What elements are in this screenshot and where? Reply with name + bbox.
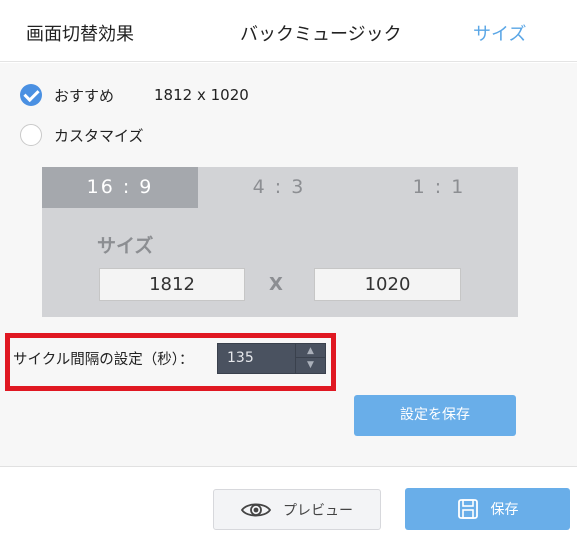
preview-button[interactable]: プレビュー — [213, 489, 381, 530]
checkmark-icon[interactable] — [20, 84, 42, 106]
settings-window: 画面切替効果 バックミュージック サイズ おすすめ 1812 x 1020 カス… — [0, 0, 577, 549]
eye-icon — [241, 501, 271, 519]
save-settings-button[interactable]: 設定を保存 — [354, 395, 516, 436]
save-label: 保存 — [490, 502, 519, 518]
recommended-option[interactable]: おすすめ 1812 x 1020 — [20, 84, 249, 106]
tab-background-music[interactable]: バックミュージック — [240, 20, 402, 46]
ratio-tab-1-1[interactable]: 1 : 1 — [360, 167, 518, 208]
stepper-buttons: ▲ ▼ — [295, 344, 325, 373]
height-field[interactable]: 1020 — [314, 268, 461, 301]
custom-option[interactable]: カスタマイズ — [20, 124, 144, 146]
recommended-size: 1812 x 1020 — [154, 86, 249, 104]
preview-label: プレビュー — [283, 502, 353, 519]
save-button[interactable]: 保存 — [405, 488, 570, 530]
recommended-label: おすすめ — [54, 86, 115, 105]
tab-size[interactable]: サイズ — [473, 20, 526, 46]
size-settings-panel: おすすめ 1812 x 1020 カスタマイズ 16 : 9 4 : 3 1 :… — [0, 63, 577, 467]
floppy-disk-icon — [457, 498, 479, 520]
custom-label: カスタマイズ — [54, 126, 144, 145]
radio-unchecked-icon[interactable] — [20, 124, 42, 146]
ratio-tab-4-3[interactable]: 4 : 3 — [200, 167, 358, 208]
size-label: サイズ — [97, 235, 154, 257]
aspect-ratio-box: 16 : 9 4 : 3 1 : 1 サイズ 1812 X 1020 — [42, 167, 518, 317]
chevron-down-icon[interactable]: ▼ — [296, 358, 325, 372]
cycle-interval-label: サイクル間隔の設定（秒）： — [13, 352, 194, 368]
chevron-up-icon[interactable]: ▲ — [296, 344, 325, 358]
width-field[interactable]: 1812 — [99, 268, 245, 301]
cycle-interval-value[interactable]: 135 — [227, 350, 254, 366]
tab-bar: 画面切替効果 バックミュージック サイズ — [0, 0, 577, 62]
size-separator: X — [269, 274, 283, 295]
tab-transition-effects[interactable]: 画面切替効果 — [26, 20, 134, 46]
cycle-interval-stepper[interactable]: 135 ▲ ▼ — [217, 343, 326, 374]
ratio-tab-16-9[interactable]: 16 : 9 — [42, 167, 198, 208]
